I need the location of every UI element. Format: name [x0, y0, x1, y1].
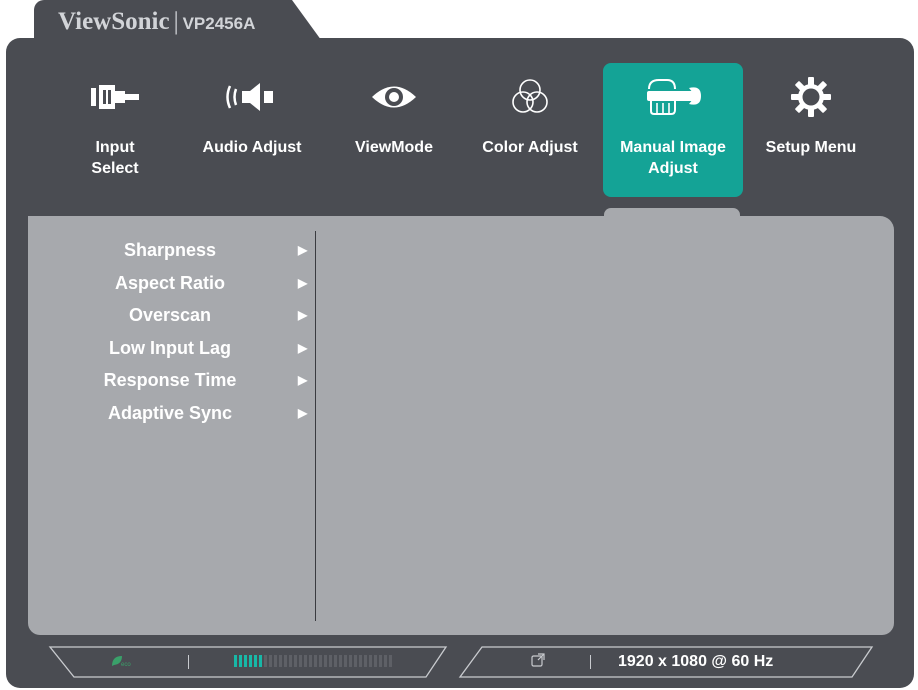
- tab-setup-menu[interactable]: Setup Menu: [741, 63, 881, 197]
- arrow-right-icon: ▶: [298, 275, 308, 290]
- menu-item-aspect-ratio[interactable]: Aspect Ratio ▶: [70, 270, 310, 303]
- meter-segment: [269, 655, 272, 667]
- meter-segment: [334, 655, 337, 667]
- tab-viewmode[interactable]: ViewMode: [324, 63, 464, 197]
- tab-label: Audio Adjust: [202, 139, 302, 156]
- meter-segment: [379, 655, 382, 667]
- menu-item-sharpness[interactable]: Sharpness ▶: [70, 237, 310, 270]
- menu-item-label: Adaptive Sync: [107, 402, 233, 423]
- tab-label: ViewMode: [355, 139, 433, 156]
- arrow-right-icon: ▶: [298, 340, 308, 355]
- status-bar: eco 1920 x 1080 @ 60 Hz: [46, 644, 876, 680]
- meter-segment: [374, 655, 377, 667]
- audio-speaker-icon: [182, 77, 322, 117]
- meter-segment: [279, 655, 282, 667]
- tab-label: Input Select: [91, 139, 139, 177]
- meter-segment: [354, 655, 357, 667]
- tab-color-adjust[interactable]: Color Adjust: [460, 63, 600, 197]
- eco-label: eco: [121, 662, 131, 668]
- meter-segment: [239, 655, 242, 667]
- tab-input-select[interactable]: Input Select: [45, 63, 185, 197]
- tab-label: Setup Menu: [765, 139, 857, 156]
- gear-icon: [741, 77, 881, 117]
- meter-segment: [294, 655, 297, 667]
- meter-segment: [329, 655, 332, 667]
- meter-segment: [259, 655, 262, 667]
- meter-segment: [309, 655, 312, 667]
- level-meter: [234, 655, 392, 667]
- status-separator: [590, 655, 591, 669]
- brand: ViewSonic | VP2456A: [58, 8, 255, 36]
- tab-manual-image-adjust[interactable]: Manual Image Adjust: [603, 63, 743, 197]
- meter-segment: [274, 655, 277, 667]
- meter-segment: [319, 655, 322, 667]
- meter-segment: [324, 655, 327, 667]
- meter-segment: [314, 655, 317, 667]
- panel-divider: [315, 231, 316, 621]
- tab-label: Color Adjust: [482, 139, 578, 156]
- tab-audio-adjust[interactable]: Audio Adjust: [182, 63, 322, 197]
- brand-separator: |: [173, 8, 179, 35]
- meter-segment: [359, 655, 362, 667]
- input-select-icon: [45, 77, 185, 117]
- meter-segment: [254, 655, 257, 667]
- menu-item-label: Response Time: [103, 370, 237, 391]
- menu-item-label: Aspect Ratio: [114, 272, 226, 293]
- arrow-right-icon: ▶: [298, 243, 308, 257]
- meter-segment: [299, 655, 302, 667]
- menu-item-label: Low Input Lag: [109, 337, 231, 358]
- color-circles-icon: [460, 77, 600, 117]
- model-name: VP2456A: [182, 14, 256, 33]
- meter-segment: [339, 655, 342, 667]
- status-separator: [188, 655, 189, 669]
- eye-icon: [324, 77, 464, 117]
- hand-wrench-icon: [603, 77, 743, 117]
- meter-segment: [284, 655, 287, 667]
- meter-segment: [244, 655, 247, 667]
- meter-segment: [389, 655, 392, 667]
- meter-segment: [249, 655, 252, 667]
- meter-segment: [384, 655, 387, 667]
- menu-item-low-input-lag[interactable]: Low Input Lag ▶: [70, 335, 310, 368]
- meter-segment: [369, 655, 372, 667]
- submenu-list: Sharpness ▶ Aspect Ratio ▶ Overscan ▶ Lo…: [70, 237, 310, 433]
- menu-item-response-time[interactable]: Response Time ▶: [70, 367, 310, 400]
- menu-item-adaptive-sync[interactable]: Adaptive Sync ▶: [70, 400, 310, 433]
- meter-segment: [349, 655, 352, 667]
- menu-item-overscan[interactable]: Overscan ▶: [70, 302, 310, 335]
- arrow-right-icon: ▶: [298, 405, 308, 420]
- menu-item-label: Overscan: [128, 305, 212, 326]
- external-link-icon: [530, 652, 546, 668]
- arrow-right-icon: ▶: [298, 308, 308, 323]
- brand-logo: ViewSonic: [58, 8, 170, 35]
- meter-segment: [234, 655, 237, 667]
- meter-segment: [304, 655, 307, 667]
- tab-label: Manual Image Adjust: [620, 139, 726, 177]
- meter-segment: [344, 655, 347, 667]
- meter-segment: [264, 655, 267, 667]
- meter-segment: [364, 655, 367, 667]
- resolution-readout: 1920 x 1080 @ 60 Hz: [618, 653, 774, 670]
- meter-segment: [289, 655, 292, 667]
- menu-item-label: Sharpness: [123, 240, 217, 260]
- arrow-right-icon: ▶: [298, 373, 308, 388]
